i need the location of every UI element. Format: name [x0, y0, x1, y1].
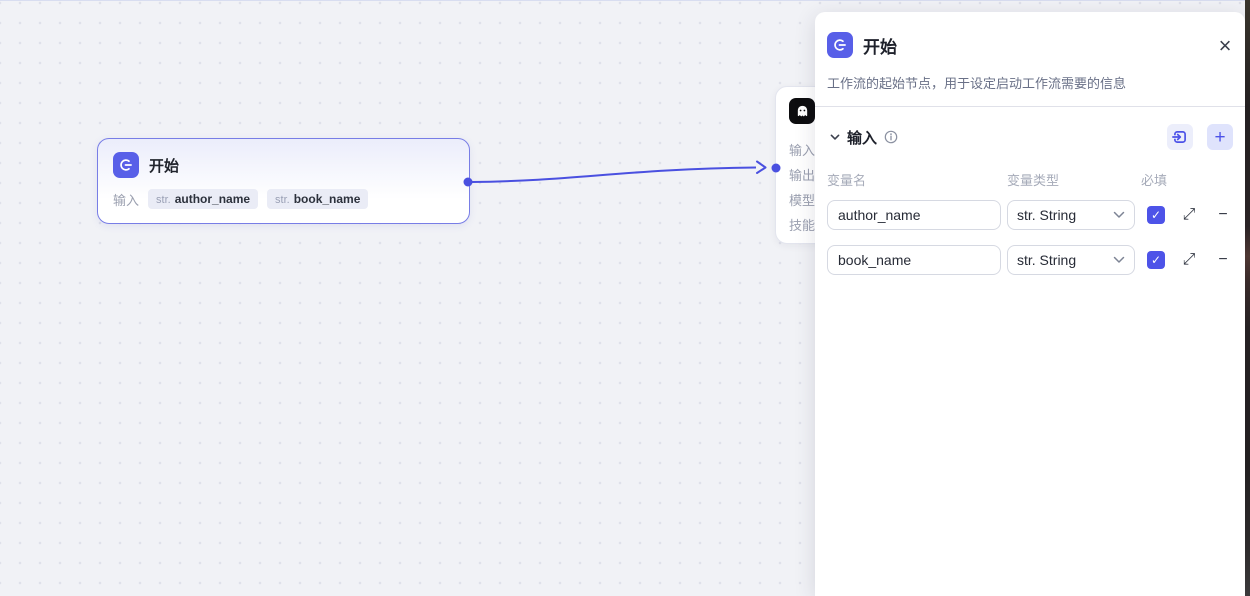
chevron-down-icon — [1113, 211, 1125, 219]
variable-row: str. String ✓ ⤢ − — [827, 245, 1233, 275]
variable-name-input[interactable] — [827, 245, 1001, 275]
input-row-label: 输入 — [113, 190, 139, 209]
arrowhead-icon — [757, 162, 766, 174]
remove-button[interactable]: − — [1213, 251, 1233, 269]
agent-node-rows: 输入 输出 模型 技能 — [789, 137, 815, 237]
close-button[interactable]: × — [1211, 32, 1239, 60]
chevron-down-icon[interactable] — [827, 129, 843, 145]
add-variable-button[interactable]: + — [1207, 124, 1233, 150]
column-variable-name: 变量名 — [827, 170, 1007, 188]
required-checkbox[interactable]: ✓ — [1147, 251, 1165, 269]
plus-icon: + — [1214, 128, 1225, 147]
expand-button[interactable]: ⤢ — [1179, 206, 1199, 224]
bot-icon — [789, 98, 815, 124]
remove-button[interactable]: − — [1213, 206, 1233, 224]
start-icon — [827, 32, 853, 58]
variable-type-prefix: str. — [156, 194, 171, 206]
import-button[interactable] — [1167, 124, 1193, 150]
agent-node-row-label: 输入 — [789, 137, 815, 162]
check-icon: ✓ — [1151, 254, 1161, 266]
info-icon[interactable] — [884, 130, 898, 144]
input-section-label: 输入 — [847, 127, 877, 148]
check-icon: ✓ — [1151, 209, 1161, 221]
variable-tag-name: book_name — [294, 192, 361, 206]
agent-node-row-label: 技能 — [789, 212, 815, 237]
screen-edge-artifact — [1245, 0, 1250, 596]
variable-type-select[interactable]: str. String — [1007, 245, 1135, 275]
start-icon — [113, 152, 139, 178]
variable-type-prefix: str. — [275, 194, 290, 206]
variable-tag: str. book_name — [267, 189, 368, 209]
expand-button[interactable]: ⤢ — [1179, 251, 1199, 269]
required-checkbox[interactable]: ✓ — [1147, 206, 1165, 224]
import-icon — [1172, 129, 1188, 145]
variable-rows: str. String ✓ ⤢ − str. String — [815, 200, 1245, 275]
variable-type-select[interactable]: str. String — [1007, 200, 1135, 230]
variable-tag-name: author_name — [175, 192, 250, 206]
node-description: 工作流的起始节点，用于设定启动工作流需要的信息 — [815, 74, 1245, 94]
start-node-variables-row: 输入 str. author_name str. book_name — [98, 178, 469, 209]
column-variable-type: 变量类型 — [1007, 170, 1141, 188]
chevron-down-icon — [1113, 256, 1125, 264]
variable-table-header: 变量名 变量类型 必填 — [827, 170, 1233, 188]
panel-header: 开始 × — [815, 12, 1245, 58]
start-node-header: 开始 — [98, 139, 469, 178]
divider — [815, 106, 1245, 107]
variable-tag: str. author_name — [148, 189, 258, 209]
variable-row: str. String ✓ ⤢ − — [827, 200, 1233, 230]
panel-title: 开始 — [863, 33, 897, 58]
input-section-header: 输入 + — [827, 124, 1233, 150]
agent-node-row-label: 模型 — [789, 187, 815, 212]
start-node[interactable]: 开始 输入 str. author_name str. book_name — [97, 138, 470, 224]
start-node-title: 开始 — [149, 155, 179, 176]
variable-name-input[interactable] — [827, 200, 1001, 230]
node-config-panel: 开始 × 工作流的起始节点，用于设定启动工作流需要的信息 输入 — [815, 12, 1245, 596]
agent-node-row-label: 输出 — [789, 162, 815, 187]
variable-type-value: str. String — [1017, 207, 1113, 223]
column-required: 必填 — [1141, 170, 1167, 188]
variable-type-value: str. String — [1017, 252, 1113, 268]
